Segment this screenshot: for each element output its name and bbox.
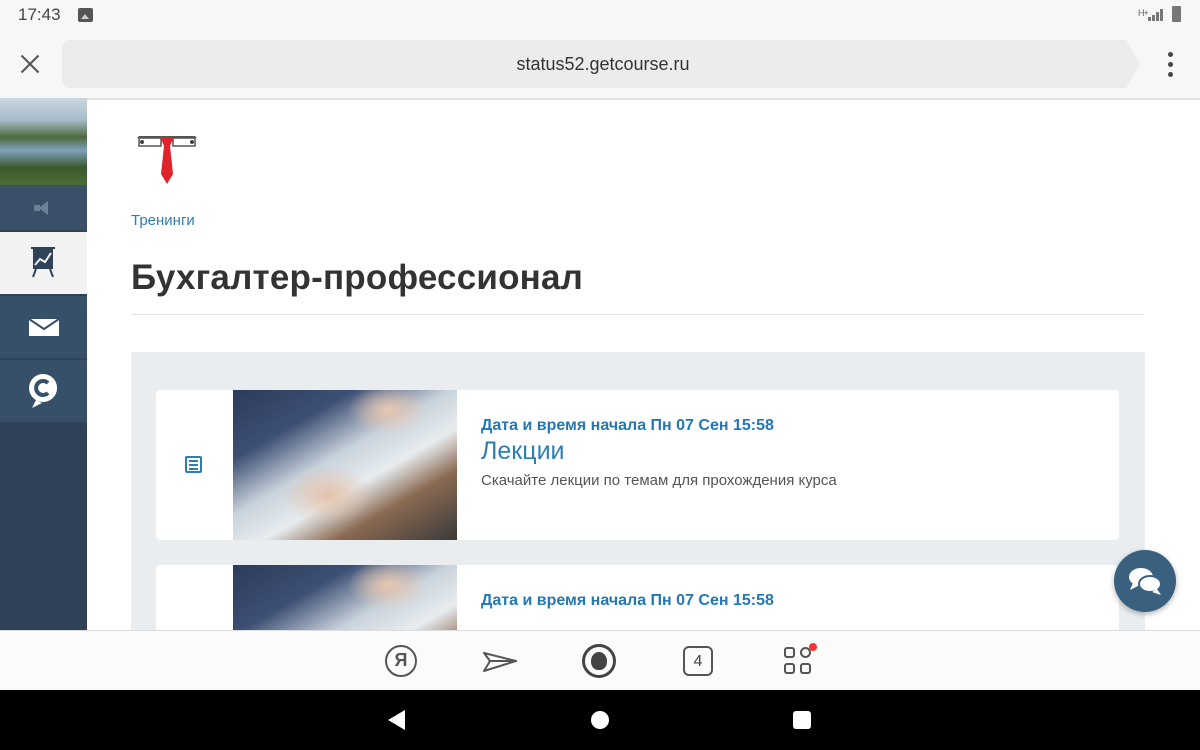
yandex-button[interactable]: Я [385,645,417,677]
main-content: Тренинги Бухгалтер-профессионал Дата и в… [87,100,1200,630]
battery-icon [1172,6,1181,22]
chat-c-icon [29,374,58,408]
home-icon[interactable] [591,711,609,729]
url-text[interactable]: status52.getcourse.ru [62,40,1144,88]
system-nav-bar [0,690,1200,750]
lesson-description: Скачайте лекции по темам для прохождения… [481,472,837,489]
sidebar-item-trainings[interactable] [0,232,87,294]
presentation-chart-icon [31,247,55,278]
image-notification-icon [78,8,93,22]
status-time: 17:43 [18,5,61,24]
lesson-date: Дата и время начала Пн 07 Сен 15:58 [481,592,774,609]
divider [131,314,1144,315]
browser-bottom-bar: Я 4 [0,630,1200,690]
status-bar: 17:43 H+ [0,0,1200,30]
sidebar-item-chat[interactable] [0,360,87,422]
lesson-date: Дата и время начала Пн 07 Сен 15:58 [481,417,774,434]
apps-grid-button[interactable] [784,643,817,677]
envelope-icon [28,318,60,336]
speaker-icon [34,201,52,215]
share-button[interactable] [482,645,517,677]
notification-dot [809,643,817,651]
sidebar [0,98,87,630]
tabs-button[interactable]: 4 [683,646,713,676]
lesson-card[interactable]: Дата и время начала Пн 07 Сен 15:58 Лекц… [156,390,1119,540]
sidebar-item-speaker[interactable] [0,185,87,230]
network-type: H+ [1138,8,1149,18]
address-bar[interactable]: status52.getcourse.ru [62,40,1140,88]
recent-apps-icon[interactable] [793,711,811,729]
browser-toolbar: status52.getcourse.ru [0,30,1200,100]
lesson-thumbnail[interactable] [233,390,457,540]
lesson-list: Дата и время начала Пн 07 Сен 15:58 Лекц… [131,352,1145,630]
back-icon[interactable] [388,710,405,730]
lesson-title[interactable]: Лекции [481,437,565,466]
sidebar-item-messages[interactable] [0,296,87,358]
chat-bubbles-icon [1129,568,1162,595]
close-icon[interactable] [16,50,44,78]
alice-assistant-button[interactable] [582,644,616,678]
paper-plane-icon [483,652,517,672]
avatar[interactable] [0,98,87,185]
chat-button[interactable] [1114,550,1176,612]
breadcrumb[interactable]: Тренинги [131,212,195,229]
more-menu-icon[interactable] [1160,50,1180,80]
lesson-card[interactable]: Дата и время начала Пн 07 Сен 15:58 [156,565,1119,630]
signal-icon [1148,9,1164,21]
lesson-thumbnail[interactable] [233,565,457,630]
page-title: Бухгалтер-профессионал [131,258,584,297]
list-icon [185,456,202,473]
school-logo[interactable] [131,124,203,186]
